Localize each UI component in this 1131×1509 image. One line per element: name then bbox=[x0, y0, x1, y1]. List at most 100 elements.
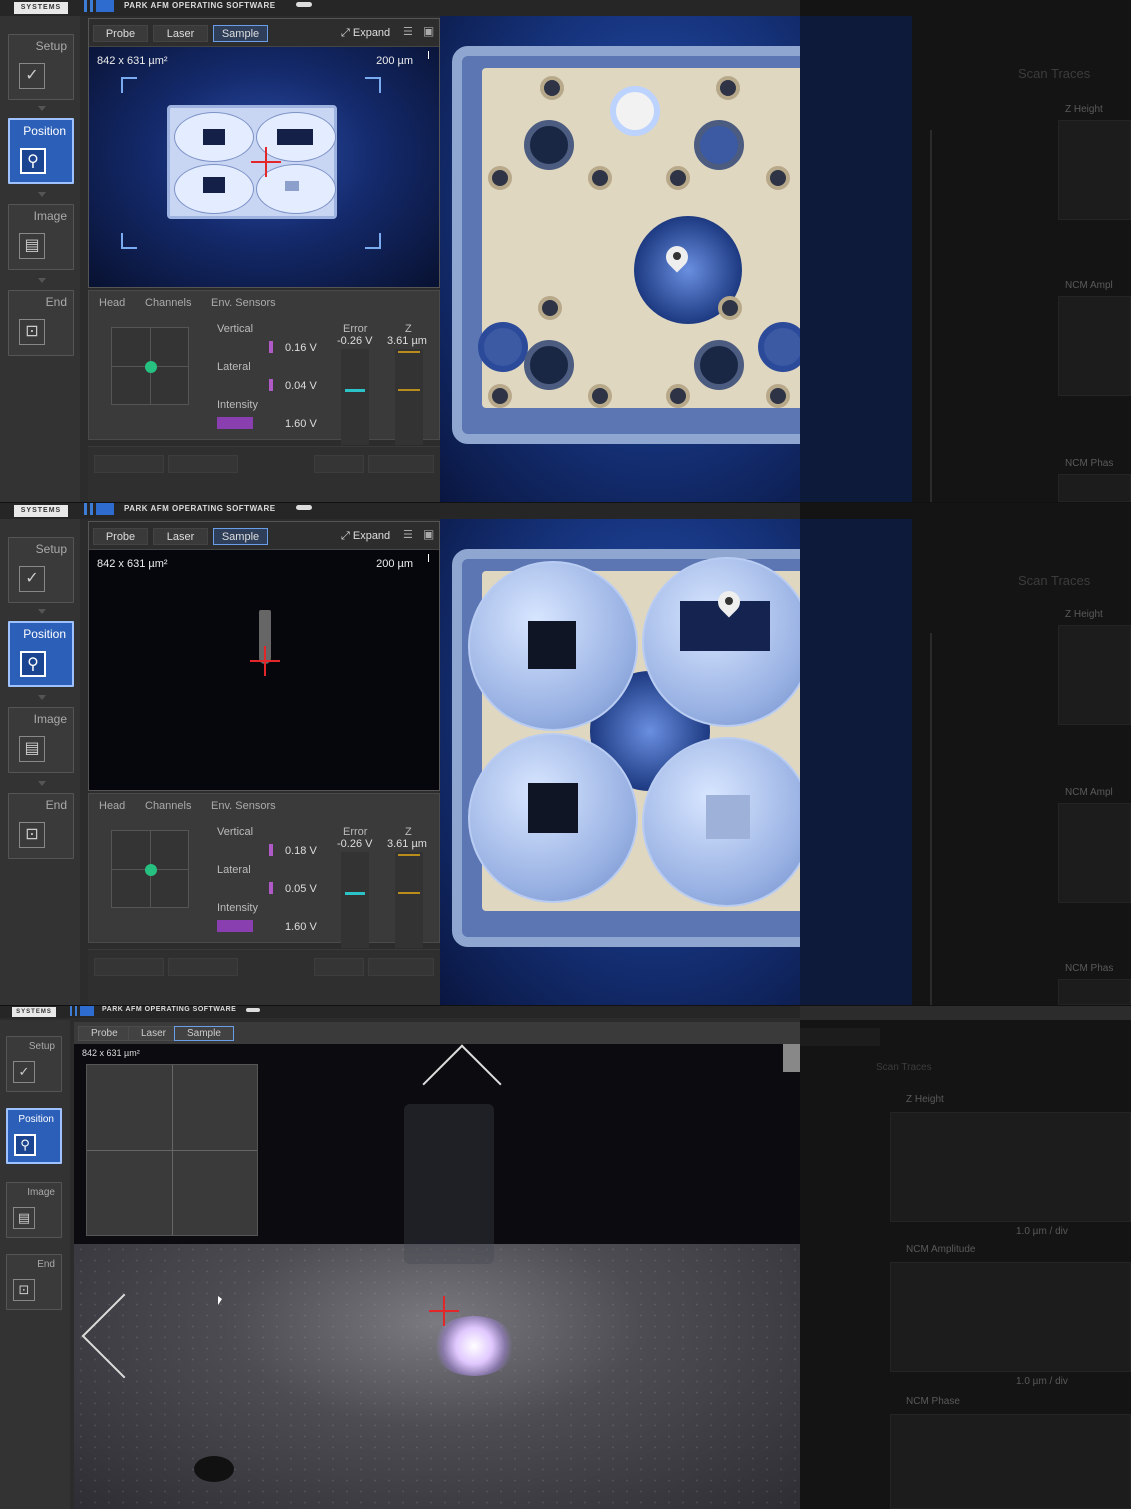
intensity-bar bbox=[217, 417, 253, 429]
stage-camera-view[interactable] bbox=[440, 519, 842, 1005]
control-button[interactable] bbox=[368, 958, 434, 976]
step-setup[interactable]: Setup ✓ bbox=[8, 537, 74, 603]
intensity-label: Intensity bbox=[217, 902, 258, 914]
expand-icon: ⤢ bbox=[341, 27, 353, 39]
error-gauge bbox=[341, 852, 369, 948]
step-position[interactable]: Position ⚲ bbox=[8, 118, 74, 184]
step-label: Position bbox=[23, 124, 66, 138]
status-pill bbox=[296, 2, 312, 7]
vertical-label: Vertical bbox=[217, 323, 254, 335]
expand-icon: ⤢ bbox=[341, 530, 353, 542]
step-image[interactable]: Image ▤ bbox=[6, 1182, 62, 1238]
arrow-down-icon bbox=[38, 106, 46, 111]
expand-button[interactable]: ⤢ Expand bbox=[341, 25, 390, 42]
frame-corner bbox=[121, 233, 137, 249]
control-button[interactable] bbox=[168, 455, 238, 473]
tab-sample[interactable]: Sample bbox=[213, 25, 268, 42]
control-button[interactable] bbox=[168, 958, 238, 976]
step-image[interactable]: Image ▤ bbox=[8, 204, 74, 270]
expanded-camera-view[interactable]: 842 x 631 µm² bbox=[74, 1044, 800, 1509]
camera-view[interactable]: 842 x 631 µm² 200 µm bbox=[89, 550, 439, 790]
location-pin-icon[interactable] bbox=[666, 246, 688, 274]
screw bbox=[766, 384, 790, 408]
step-position[interactable]: Position ⚲ bbox=[6, 1108, 62, 1164]
tab-sample[interactable]: Sample bbox=[213, 528, 268, 545]
step-setup[interactable]: Setup ✓ bbox=[6, 1036, 62, 1092]
scroll-handle[interactable] bbox=[783, 1044, 800, 1072]
app-title[interactable]: PARK AFM OPERATING SOFTWARE bbox=[124, 504, 276, 513]
trace-label: Z Height bbox=[1065, 609, 1103, 620]
ring bbox=[694, 340, 744, 390]
logo: SYSTEMS bbox=[14, 2, 68, 14]
error-value: -0.26 V bbox=[337, 335, 373, 347]
control-button[interactable] bbox=[94, 958, 164, 976]
settings-icon[interactable]: ☰ bbox=[403, 528, 413, 541]
step-image[interactable]: Image ▤ bbox=[8, 707, 74, 773]
tab-laser[interactable]: Laser bbox=[153, 25, 208, 42]
location-pin-icon[interactable] bbox=[718, 591, 740, 619]
lateral-label: Lateral bbox=[217, 864, 251, 876]
camera-view[interactable]: 842 x 631 µm² 200 µm bbox=[89, 47, 439, 287]
step-label: Image bbox=[33, 209, 67, 223]
step-setup[interactable]: Setup ✓ bbox=[8, 34, 74, 100]
step-end[interactable]: End ⊡ bbox=[8, 290, 74, 356]
trace-plot-z-height bbox=[890, 1112, 1131, 1222]
splitter[interactable] bbox=[930, 130, 932, 502]
error-marker bbox=[345, 389, 365, 392]
expand-button[interactable]: ⤢ Expand bbox=[341, 528, 390, 545]
app-title[interactable]: PARK AFM OPERATING SOFTWARE bbox=[124, 1, 276, 10]
control-button[interactable] bbox=[314, 958, 364, 976]
z-label: Z bbox=[405, 826, 412, 838]
vertical-value: 0.18 V bbox=[285, 845, 317, 857]
control-button[interactable] bbox=[368, 455, 434, 473]
window-icon[interactable]: ▣ bbox=[423, 527, 434, 541]
control-button[interactable] bbox=[314, 455, 364, 473]
tab-sample[interactable]: Sample bbox=[174, 1026, 234, 1041]
check-icon: ✓ bbox=[19, 63, 45, 89]
settings-icon[interactable]: ☰ bbox=[403, 25, 413, 38]
dimmed-stage bbox=[800, 16, 912, 502]
arrow-down-icon bbox=[38, 781, 46, 786]
image-icon: ▤ bbox=[19, 736, 45, 762]
image-icon: ▤ bbox=[19, 233, 45, 259]
step-position[interactable]: Position ⚲ bbox=[8, 621, 74, 687]
navigator-map[interactable] bbox=[86, 1064, 258, 1236]
window-icon[interactable]: ▣ bbox=[423, 24, 434, 38]
tab-laser[interactable]: Laser bbox=[153, 528, 208, 545]
tab-env-sensors[interactable]: Env. Sensors bbox=[211, 800, 276, 812]
trace-plot-ncm-phase bbox=[1058, 979, 1131, 1005]
tab-probe[interactable]: Probe bbox=[78, 1026, 131, 1041]
stage-camera-view[interactable] bbox=[440, 16, 842, 502]
scale-label: 200 µm bbox=[376, 558, 413, 570]
step-end[interactable]: End ⊡ bbox=[6, 1254, 62, 1310]
tab-probe[interactable]: Probe bbox=[93, 528, 148, 545]
top-bar: SYSTEMS PARK AFM OPERATING SOFTWARE bbox=[0, 503, 800, 519]
scale-label: 200 µm bbox=[376, 55, 413, 67]
tab-env-sensors[interactable]: Env. Sensors bbox=[211, 297, 276, 309]
step-label: End bbox=[37, 1259, 55, 1270]
tab-channels[interactable]: Channels bbox=[145, 800, 191, 812]
workflow-sidebar: Setup ✓ Position ⚲ Image ▤ End ⊡ bbox=[0, 519, 80, 1005]
check-icon: ✓ bbox=[13, 1061, 35, 1083]
tab-head[interactable]: Head bbox=[99, 800, 125, 812]
end-icon: ⊡ bbox=[19, 822, 45, 848]
field-size: 842 x 631 µm² bbox=[97, 55, 168, 67]
step-end[interactable]: End ⊡ bbox=[8, 793, 74, 859]
splitter[interactable] bbox=[930, 633, 932, 1005]
intensity-value: 1.60 V bbox=[285, 921, 317, 933]
tab-channels[interactable]: Channels bbox=[145, 297, 191, 309]
top-bar: SYSTEMS PARK AFM OPERATING SOFTWARE bbox=[0, 1006, 800, 1018]
camera-panel: Probe Laser Sample ⤢ Expand ☰ ▣ 842 x 63… bbox=[88, 521, 440, 791]
control-button[interactable] bbox=[94, 455, 164, 473]
tab-laser[interactable]: Laser bbox=[128, 1026, 180, 1041]
tab-probe[interactable]: Probe bbox=[93, 25, 148, 42]
crosshair bbox=[250, 646, 290, 686]
debris bbox=[194, 1456, 234, 1482]
tab-head[interactable]: Head bbox=[99, 297, 125, 309]
z-gauge bbox=[395, 852, 423, 948]
trace-plot-z-height bbox=[1058, 625, 1131, 725]
step-label: Position bbox=[23, 627, 66, 641]
app-title[interactable]: PARK AFM OPERATING SOFTWARE bbox=[102, 1006, 236, 1013]
trace-plot-ncm-phase bbox=[890, 1414, 1131, 1509]
screw bbox=[538, 296, 562, 320]
